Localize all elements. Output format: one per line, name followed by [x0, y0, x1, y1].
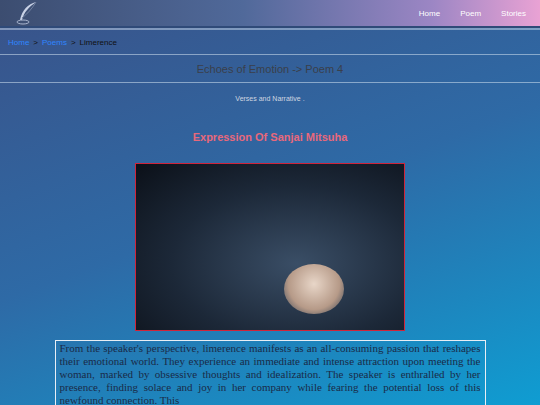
poem-description: From the speaker's perspective, limerenc… [55, 340, 486, 405]
poem-image [135, 163, 405, 331]
breadcrumb-item: Limerence [80, 38, 117, 47]
section-title: Echoes of Emotion -> Poem 4 [0, 54, 540, 83]
breadcrumb-item[interactable]: Home [8, 38, 29, 47]
nav-link[interactable]: Stories [501, 9, 526, 18]
nav-link[interactable]: Home [419, 9, 440, 18]
subtitle: Verses and Narrative . [235, 95, 304, 102]
quill-logo-icon[interactable] [14, 0, 40, 26]
breadcrumb-separator: > [33, 38, 38, 47]
main-nav: Home Poem Stories [419, 9, 526, 18]
nav-link[interactable]: Poem [460, 9, 481, 18]
breadcrumb: Home > Poems > Limerence [0, 30, 540, 54]
dandelion-shape [284, 264, 344, 314]
breadcrumb-separator: > [71, 38, 76, 47]
breadcrumb-item[interactable]: Poems [42, 38, 67, 47]
poem-heading: Expression Of Sanjai Mitsuha [193, 131, 348, 143]
page: Home Poem Stories Home > Poems > Limerence Echoe… [0, 0, 540, 405]
site-header: Home Poem Stories [0, 0, 540, 28]
